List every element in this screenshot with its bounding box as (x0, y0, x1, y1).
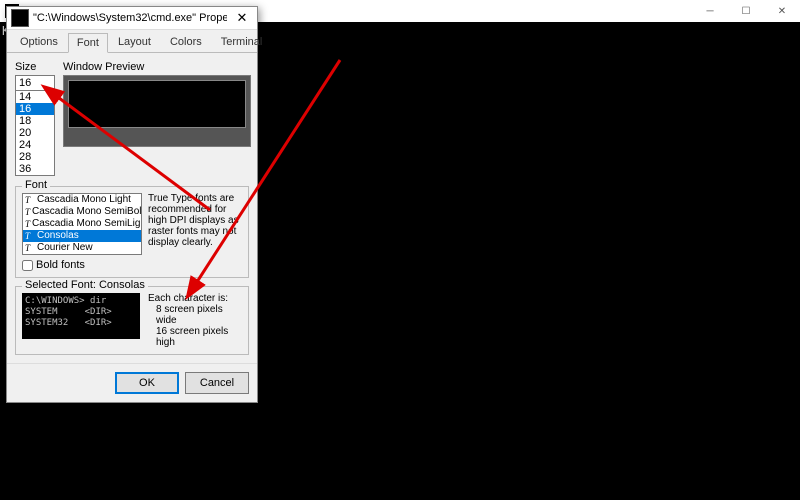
font-option[interactable]: TCascadia Mono SemiBold (23, 206, 141, 218)
char-width-line: 8 screen pixels wide (148, 304, 242, 326)
font-sample: C:\WINDOWS> dir SYSTEM <DIR> SYSTEM32 <D… (22, 293, 140, 339)
tab-terminal[interactable]: Terminal (212, 32, 272, 52)
size-option[interactable]: 18 (16, 115, 54, 127)
truetype-icon: T (25, 206, 30, 218)
maximize-button[interactable]: ☐ (728, 0, 764, 22)
truetype-icon: T (25, 194, 35, 206)
size-list[interactable]: 14 16 18 20 24 28 36 (16, 91, 54, 175)
bold-fonts-checkbox[interactable] (22, 260, 33, 271)
properties-dialog: "C:\Windows\System32\cmd.exe" Properties… (6, 6, 258, 403)
bold-fonts-label: Bold fonts (36, 259, 85, 271)
dialog-title-text: "C:\Windows\System32\cmd.exe" Properties (33, 12, 227, 24)
selected-font-legend: Selected Font: Consolas (22, 279, 148, 291)
size-option[interactable]: 14 (16, 91, 54, 103)
size-option[interactable]: 20 (16, 127, 54, 139)
font-option[interactable]: TConsolas (23, 230, 141, 242)
font-option[interactable]: TCourier New (23, 242, 141, 254)
size-label: Size (15, 61, 55, 73)
font-option[interactable]: TCascadia Mono Light (23, 194, 141, 206)
truetype-icon: T (25, 218, 30, 230)
font-label: Font (22, 179, 50, 191)
size-option[interactable]: 28 (16, 151, 54, 163)
minimize-button[interactable]: ─ (692, 0, 728, 22)
tab-font[interactable]: Font (68, 33, 108, 53)
font-list[interactable]: TCascadia Mono Light TCascadia Mono Semi… (22, 193, 142, 255)
truetype-icon: T (25, 242, 35, 254)
ok-button[interactable]: OK (115, 372, 179, 394)
preview-inner (68, 80, 246, 128)
font-group: Font TCascadia Mono Light TCascadia Mono… (15, 186, 249, 278)
tab-colors[interactable]: Colors (161, 32, 211, 52)
tab-layout[interactable]: Layout (109, 32, 160, 52)
char-height-line: 16 screen pixels high (148, 326, 242, 348)
preview-label: Window Preview (63, 61, 249, 73)
size-current-value[interactable]: 16 (16, 76, 54, 91)
window-preview (63, 75, 251, 147)
truetype-icon: T (25, 230, 35, 242)
char-info: Each character is: 8 screen pixels wide … (148, 293, 242, 348)
cmd-icon (11, 9, 29, 27)
selected-font-group: Selected Font: Consolas C:\WINDOWS> dir … (15, 286, 249, 355)
dialog-close-button[interactable]: ✕ (227, 7, 257, 29)
dialog-titlebar[interactable]: "C:\Windows\System32\cmd.exe" Properties… (7, 7, 257, 30)
console-close-button[interactable]: ✕ (764, 0, 800, 22)
tab-options[interactable]: Options (11, 32, 67, 52)
size-option[interactable]: 24 (16, 139, 54, 151)
size-option[interactable]: 16 (16, 103, 54, 115)
font-note: True Type fonts are recommended for high… (148, 193, 242, 255)
size-selector[interactable]: 16 14 16 18 20 24 28 36 (15, 75, 55, 176)
font-option[interactable]: TCascadia Mono SemiLight (23, 218, 141, 230)
size-option[interactable]: 36 (16, 163, 54, 175)
tab-strip: Options Font Layout Colors Terminal (7, 30, 257, 53)
cancel-button[interactable]: Cancel (185, 372, 249, 394)
char-intro: Each character is: (148, 293, 242, 304)
